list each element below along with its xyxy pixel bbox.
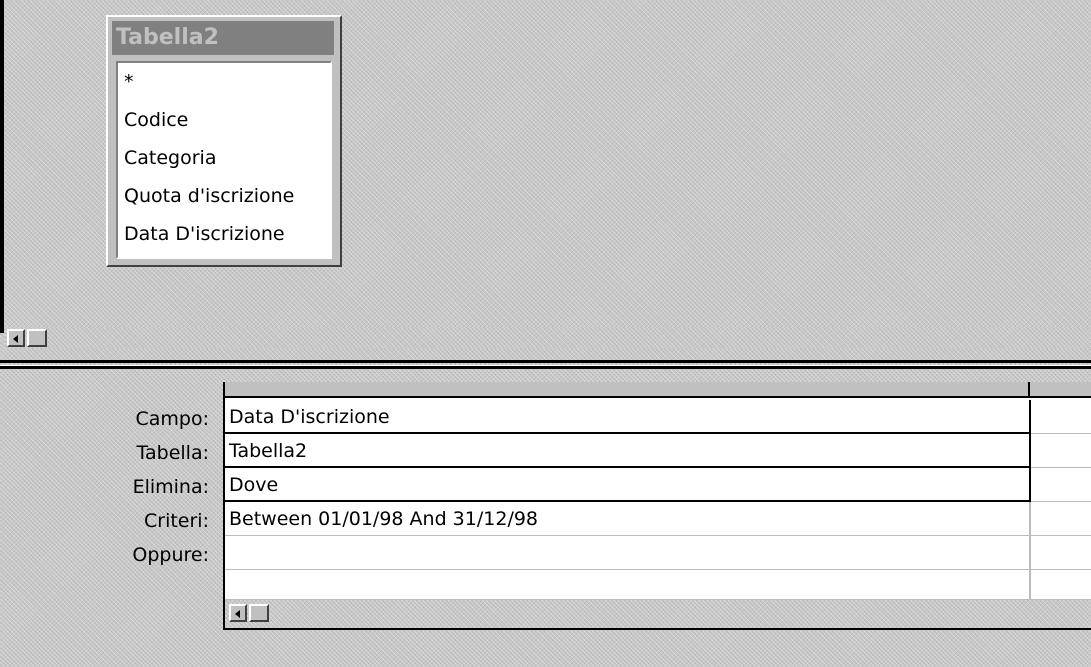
elimina-cell[interactable]: Dove — [225, 468, 1031, 502]
field-item-categoria[interactable]: Categoria — [118, 139, 330, 177]
criteri-cell[interactable]: Between 01/01/98 And 31/12/98 — [225, 502, 1031, 536]
column-separator — [1028, 382, 1030, 398]
tabella-cell-col2[interactable] — [1031, 434, 1091, 468]
field-list-title[interactable]: Tabella2 — [112, 21, 334, 55]
top-horizontal-scrollbar[interactable] — [5, 327, 1091, 348]
column-selector-bar[interactable] — [225, 382, 1091, 398]
row-label-oppure: Oppure: — [132, 544, 209, 566]
extra-criteria-cell[interactable] — [225, 570, 1031, 600]
grid-scroll-left-button[interactable] — [229, 604, 247, 622]
oppure-cell[interactable] — [225, 536, 1031, 570]
grid-horizontal-scrollbar[interactable] — [225, 600, 1091, 630]
row-label-campo: Campo: — [135, 408, 209, 430]
grid-scroll-thumb[interactable] — [249, 604, 269, 622]
scroll-left-arrow-icon — [13, 335, 18, 343]
elimina-cell-col2[interactable] — [1031, 468, 1091, 502]
table-pane: Tabella2 * Codice Categoria Quota d'iscr… — [0, 0, 1091, 350]
field-item-all[interactable]: * — [118, 63, 330, 101]
row-label-tabella: Tabella: — [136, 442, 209, 464]
scroll-thumb[interactable] — [27, 329, 47, 347]
grid-row-labels: Campo: Tabella: Elimina: Criteri: Oppure… — [0, 402, 217, 572]
pane-border — [0, 0, 4, 333]
scroll-left-arrow-icon — [235, 610, 240, 618]
tabella-cell[interactable]: Tabella2 — [225, 434, 1031, 468]
pane-splitter[interactable] — [0, 353, 1091, 373]
campo-cell-col2[interactable] — [1031, 400, 1091, 434]
design-grid: Data D'iscrizione Tabella2 Dove Between … — [223, 382, 1091, 630]
oppure-cell-col2[interactable] — [1031, 536, 1091, 570]
criteri-cell-col2[interactable] — [1031, 502, 1091, 536]
field-item-codice[interactable]: Codice — [118, 101, 330, 139]
scroll-left-button[interactable] — [7, 329, 25, 347]
field-list[interactable]: * Codice Categoria Quota d'iscrizione Da… — [116, 61, 332, 259]
row-label-elimina: Elimina: — [132, 476, 209, 498]
row-label-criteri: Criteri: — [144, 510, 209, 532]
field-item-data[interactable]: Data D'iscrizione — [118, 215, 330, 253]
extra-criteria-cell-col2[interactable] — [1031, 570, 1091, 600]
splitter-line — [0, 360, 1091, 363]
campo-cell[interactable]: Data D'iscrizione — [225, 400, 1031, 434]
field-item-quota[interactable]: Quota d'iscrizione — [118, 177, 330, 215]
field-list-window[interactable]: Tabella2 * Codice Categoria Quota d'iscr… — [106, 15, 342, 267]
splitter-line — [0, 366, 1091, 369]
